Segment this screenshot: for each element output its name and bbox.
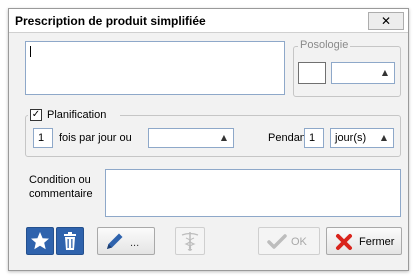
posologie-legend: Posologie [298, 39, 351, 51]
frequency-label: fois par jour ou [59, 132, 132, 144]
window-close-button[interactable]: ✕ [368, 12, 404, 30]
interval-select[interactable]: ▲ [148, 128, 234, 148]
edit-button[interactable]: ... [97, 227, 155, 255]
dropdown-arrow-icon: ▲ [220, 133, 227, 142]
comment-label: Condition ou commentaire [29, 174, 93, 200]
planification-header: ✓ Planification [28, 108, 120, 124]
close-button[interactable]: Fermer [326, 227, 402, 255]
trash-icon [64, 232, 76, 250]
text-caret [30, 46, 31, 57]
planification-label: Planification [47, 109, 107, 121]
title-bar: Prescription de produit simplifiée ✕ [9, 9, 408, 33]
planification-group: ✓ Planification 1 fois par jour ou ▲ Pen… [25, 108, 401, 157]
duration-label: Pendant [268, 132, 309, 144]
pencil-icon [107, 233, 123, 249]
dialog-title: Prescription de produit simplifiée [15, 14, 206, 28]
planification-checkbox[interactable]: ✓ [30, 109, 42, 121]
duration-field[interactable]: 1 [304, 128, 324, 148]
ok-label: OK [291, 236, 307, 248]
duration-unit-select[interactable]: jour(s) ▲ [330, 128, 394, 148]
posologie-group: Posologie ▲ [293, 39, 401, 97]
prescription-dialog: Prescription de produit simplifiée ✕ Pos… [8, 8, 409, 271]
dropdown-arrow-icon: ▲ [381, 68, 388, 77]
posologie-unit-select[interactable]: ▲ [331, 62, 395, 84]
check-icon [267, 234, 287, 249]
duration-unit-value: jour(s) [335, 132, 367, 144]
edit-more-label: ... [130, 237, 140, 249]
frequency-field[interactable]: 1 [33, 128, 53, 148]
red-x-icon [336, 234, 352, 250]
product-text-area[interactable] [25, 41, 285, 95]
delete-button[interactable] [56, 227, 84, 255]
close-label: Fermer [359, 236, 395, 248]
ok-button[interactable]: OK [258, 227, 320, 255]
favorite-button[interactable] [26, 227, 54, 255]
caduceus-icon [181, 232, 199, 251]
posologie-quantity-field[interactable] [298, 62, 326, 84]
comment-text-area[interactable] [105, 169, 401, 217]
medical-info-button[interactable] [175, 227, 205, 255]
star-icon [31, 232, 49, 250]
dropdown-arrow-icon: ▲ [380, 133, 387, 142]
